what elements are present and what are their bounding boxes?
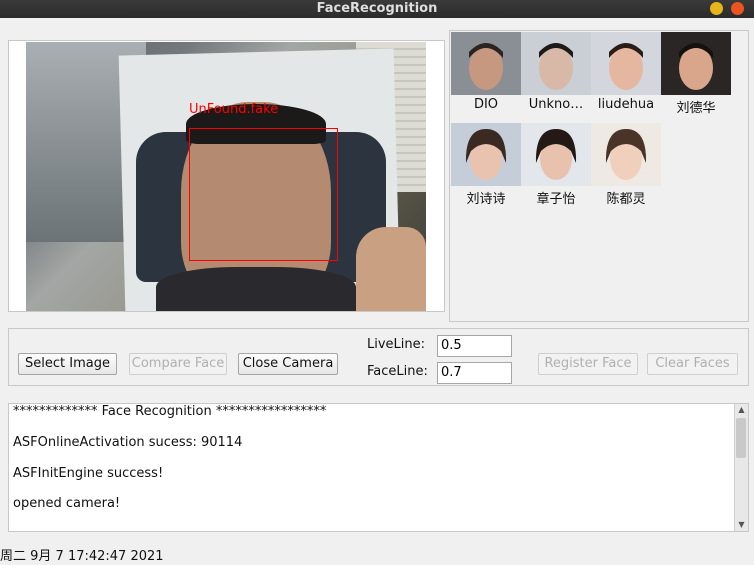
- minimize-icon[interactable]: [710, 2, 723, 15]
- liveline-input[interactable]: [437, 335, 512, 357]
- face-thumbnail: [661, 32, 731, 95]
- face-item-unknown[interactable]: Unkno…: [521, 32, 591, 112]
- title-bar: FaceRecognition: [0, 0, 754, 18]
- face-thumbnail: [521, 32, 591, 95]
- face-item-liushishi[interactable]: 刘诗诗: [451, 123, 521, 207]
- status-bar-time: 周二 9月 7 17:42:47 2021: [0, 549, 164, 564]
- face-item-zhangziyi[interactable]: 章子怡: [521, 123, 591, 207]
- close-camera-button[interactable]: Close Camera: [238, 353, 338, 375]
- face-thumbnail: [451, 32, 521, 95]
- faceline-label: FaceLine:: [367, 364, 428, 379]
- register-face-button[interactable]: Register Face: [538, 353, 638, 375]
- scroll-up-icon[interactable]: ▲: [735, 404, 748, 416]
- log-output[interactable]: ************* Face Recognition *********…: [8, 403, 749, 532]
- detection-label: UnFound.fake: [189, 102, 279, 117]
- person-shirt: [156, 267, 356, 311]
- face-item-dio[interactable]: DIO: [451, 32, 521, 112]
- face-item-chendouling[interactable]: 陈都灵: [591, 123, 661, 207]
- face-detection-box: [189, 128, 338, 261]
- face-thumbnail: [591, 123, 661, 186]
- log-scrollbar[interactable]: ▲ ▼: [734, 404, 748, 531]
- face-name: DIO: [473, 97, 499, 112]
- faceline-input[interactable]: [437, 362, 512, 384]
- face-name: 刘德华: [676, 101, 716, 116]
- camera-feed: UnFound.fake: [26, 42, 426, 311]
- close-icon[interactable]: [731, 2, 744, 15]
- controls-panel: Select Image Compare Face Close Camera L…: [8, 328, 749, 386]
- log-line: ASFOnlineActivation sucess: 90114: [13, 435, 243, 450]
- face-thumbnail: [591, 32, 661, 95]
- camera-panel: UnFound.fake: [8, 40, 445, 312]
- face-name: liudehua: [597, 97, 655, 112]
- clear-faces-button[interactable]: Clear Faces: [647, 353, 738, 375]
- face-name: 章子怡: [536, 192, 576, 207]
- face-item-liudehua[interactable]: liudehua: [591, 32, 661, 112]
- registered-faces-panel: DIO Unkno… liudehua 刘德华 刘诗诗 章子怡 陈都灵: [449, 30, 749, 322]
- log-line: ************* Face Recognition *********…: [13, 404, 327, 419]
- face-thumbnail: [451, 123, 521, 186]
- compare-face-button[interactable]: Compare Face: [129, 353, 227, 375]
- window-title: FaceRecognition: [316, 1, 438, 16]
- scroll-thumb[interactable]: [736, 418, 746, 458]
- scroll-down-icon[interactable]: ▼: [735, 519, 748, 531]
- select-image-button[interactable]: Select Image: [18, 353, 117, 375]
- face-name: 刘诗诗: [466, 192, 506, 207]
- person-hand: [356, 227, 426, 311]
- liveline-label: LiveLine:: [367, 337, 426, 352]
- face-name: 陈都灵: [606, 192, 646, 207]
- face-name: Unkno…: [528, 97, 584, 112]
- log-line: ASFInitEngine success!: [13, 466, 164, 481]
- face-thumbnail: [521, 123, 591, 186]
- log-line: opened camera!: [13, 496, 121, 511]
- face-item-liudehua-cn[interactable]: 刘德华: [661, 32, 731, 116]
